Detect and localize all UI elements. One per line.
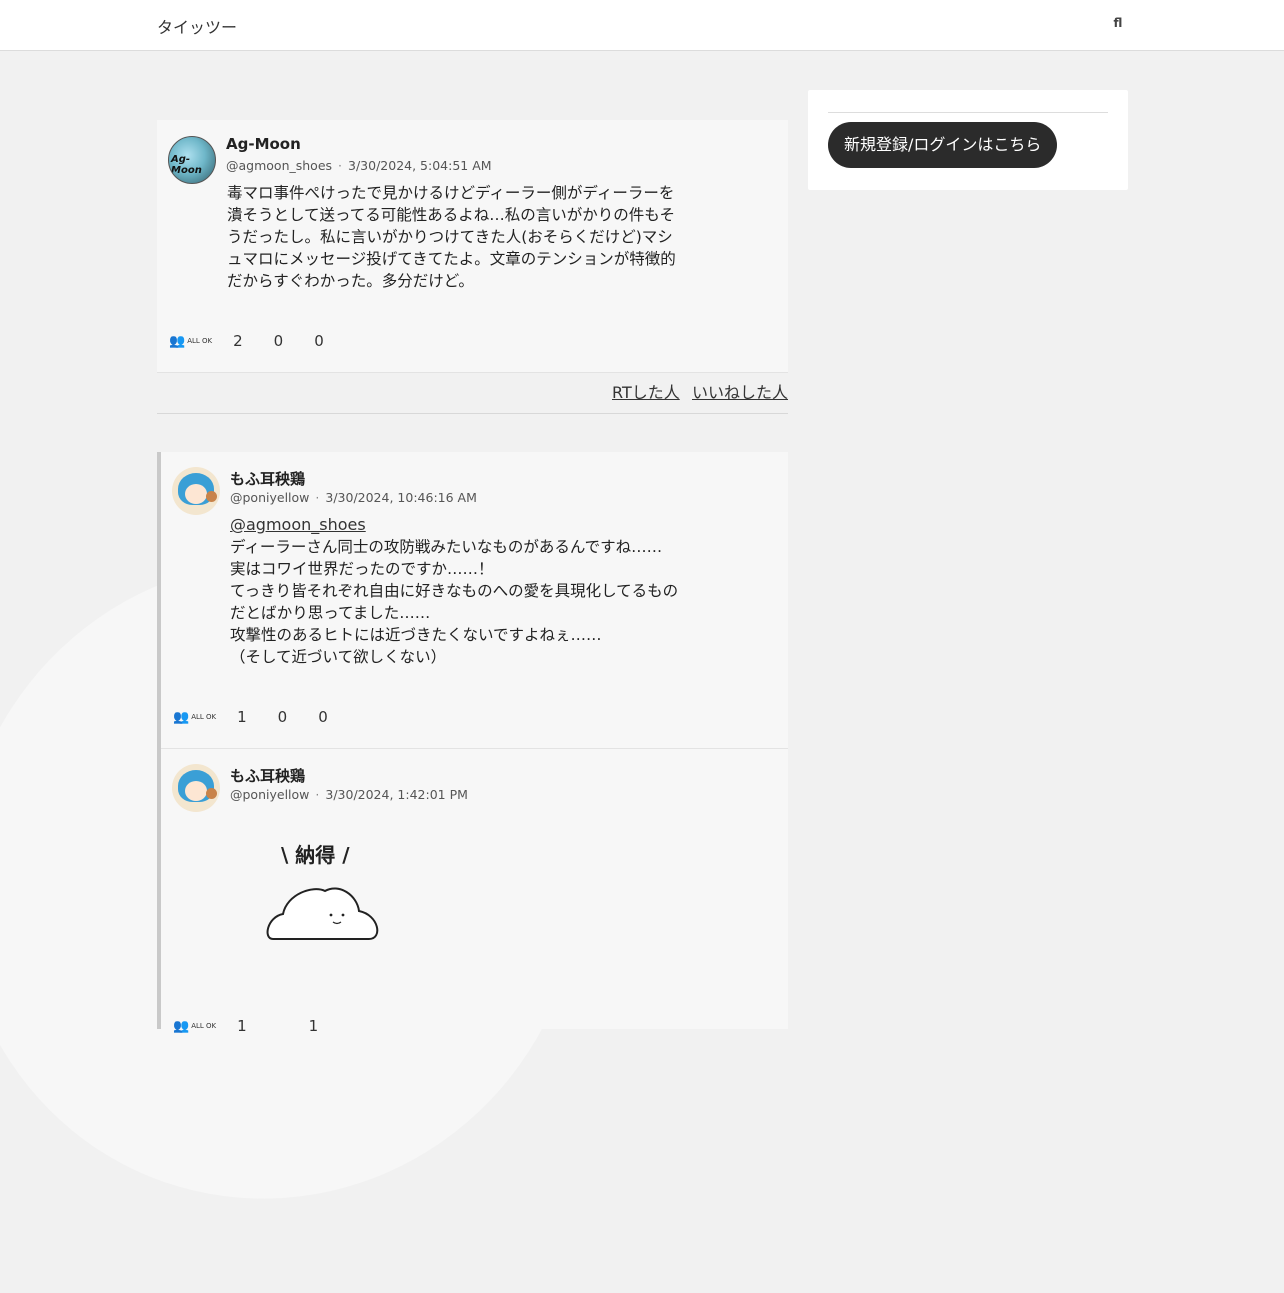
display-name: もふ耳秧鶏 (230, 767, 306, 785)
like-button[interactable]: 0 (315, 708, 328, 726)
avatar[interactable] (172, 467, 220, 515)
avatar-face (185, 781, 207, 801)
author-handle[interactable]: @poniyellow (230, 787, 309, 802)
retweet-count: 0 (277, 708, 288, 726)
post-body-line: ュマロにメッセージ投げてきてたよ。文章のテンションが特徴的 (227, 250, 676, 268)
avatar[interactable] (172, 764, 220, 812)
search-icon[interactable]: fl (1112, 16, 1124, 30)
display-name: Ag-Moon (226, 135, 301, 153)
user-icon[interactable] (1084, 16, 1096, 30)
post-body-line: ディーラーさん同士の攻防戦みたいなものがあるんですね…… (230, 538, 663, 556)
post-body-line: 毒マロ事件ぺけったで見かけるけどディーラー側がディーラーを (227, 184, 675, 202)
post-body-line: 攻撃性のあるヒトには近づきたくないですよねぇ…… (230, 626, 602, 644)
post-body-line: 潰そうとして送ってる可能性あるよね…私の言いがかりの件もそ (227, 206, 675, 224)
reply-button[interactable]: 1 (234, 1017, 247, 1035)
retweet-button[interactable]: 0 (271, 332, 284, 350)
like-count: 1 (308, 1017, 319, 1035)
meta-separator: · (315, 787, 320, 802)
audience-setting[interactable]: 👥 ALL OK (173, 710, 216, 725)
post-meta: @agmoon_shoes · 3/30/2024, 5:04:51 AM (226, 158, 492, 173)
like-button[interactable]: 1 (306, 1017, 319, 1035)
like-button[interactable]: 0 (311, 332, 324, 350)
post-actions: 👥 ALL OK 2 0 0 (169, 332, 352, 350)
post-actions: 👥 ALL OK 1 1 (173, 1017, 346, 1035)
post-body-line: うだったし。私に言いがかりつけてきた人(おそらくだけど)マシ (227, 228, 673, 246)
reply-count: 1 (237, 708, 247, 726)
post-meta: @poniyellow · 3/30/2024, 1:42:01 PM (230, 787, 468, 802)
post-author-name[interactable]: もふ耳秧鶏 (230, 468, 309, 489)
avatar[interactable]: Ag-Moon (168, 136, 216, 184)
post-body-line: てっきり皆それぞれ自由に好きなものへの愛を具現化してるもの (230, 582, 679, 600)
avatar-ear (206, 491, 217, 502)
people-icon: 👥 (173, 1018, 190, 1034)
retweet-button[interactable]: 0 (275, 708, 288, 726)
nav-icon-group: fl (1028, 16, 1124, 30)
mention-link[interactable]: @agmoon_shoes (230, 515, 366, 534)
retweeted-by-link[interactable]: RTした人 (612, 379, 680, 403)
post-body-line: だとばかり思ってました…… (230, 604, 431, 622)
author-handle[interactable]: @poniyellow (230, 490, 309, 505)
meta-separator: · (338, 158, 343, 173)
post-card: Ag-Moon Ag-Moon @agmoon_shoes · 3/30/2024,… (157, 120, 788, 372)
post-timestamp[interactable]: 3/30/2024, 10:46:16 AM (325, 490, 477, 505)
sidebar-card: 新規登録/ログインはこちら (808, 90, 1128, 190)
liked-by-link[interactable]: いいねした人 (692, 379, 788, 403)
top-navigation-bar: タイッツー fl (0, 0, 1284, 51)
bell-icon[interactable] (1056, 16, 1068, 30)
post-timestamp[interactable]: 3/30/2024, 1:42:01 PM (325, 787, 468, 802)
reply-count: 1 (237, 1017, 247, 1035)
post-meta: @poniyellow · 3/30/2024, 10:46:16 AM (230, 490, 477, 505)
divider (828, 112, 1108, 113)
audience-setting[interactable]: 👥 ALL OK (173, 1019, 216, 1034)
site-brand[interactable]: タイッツー (157, 14, 237, 38)
post-body-line: （そして近づいて欲しくない） (230, 648, 447, 666)
like-count: 0 (314, 332, 324, 350)
audience-setting[interactable]: 👥 ALL OK (169, 334, 212, 349)
reply-post-card: もふ耳秧鶏 @poniyellow · 3/30/2024, 10:46:16 AM… (161, 452, 788, 749)
avatar-logo: Ag-Moon (171, 154, 202, 176)
reply-button[interactable]: 2 (230, 332, 243, 350)
signup-login-button[interactable]: 新規登録/ログインはこちら (828, 122, 1058, 168)
author-handle[interactable]: @agmoon_shoes (226, 158, 332, 173)
like-count: 0 (318, 708, 328, 726)
post-body: 毒マロ事件ぺけったで見かけるけどディーラー側がディーラーを 潰そうとして送ってる… (227, 182, 676, 292)
reply-button[interactable]: 1 (234, 708, 247, 726)
reply-count: 2 (233, 332, 243, 350)
avatar-face (185, 484, 207, 504)
post-body-line: 実はコワイ世界だったのですか……！ (230, 560, 494, 578)
meta-separator: · (315, 490, 320, 505)
post-actions: 👥 ALL OK 1 0 0 (173, 708, 356, 726)
post-body: @agmoon_shoes ディーラーさん同士の攻防戦みたいなものがあるんですね… (230, 514, 678, 668)
retweet-count: 0 (273, 332, 284, 350)
post-author-name[interactable]: Ag-Moon (226, 135, 305, 153)
people-icon: 👥 (173, 709, 190, 725)
post-footer-links: RTした人 いいねした人 (157, 372, 788, 414)
display-name: もふ耳秧鶏 (230, 470, 306, 488)
sticker-image[interactable]: \ 納得 / (261, 839, 391, 949)
people-icon: 👥 (169, 333, 186, 349)
post-timestamp[interactable]: 3/30/2024, 5:04:51 AM (348, 158, 492, 173)
home-icon[interactable] (1028, 16, 1040, 30)
audience-label: ALL OK (187, 337, 213, 345)
retweet-button[interactable] (275, 1017, 278, 1035)
avatar-ear (206, 788, 217, 799)
reply-post-card: もふ耳秧鶏 @poniyellow · 3/30/2024, 1:42:01 PM … (161, 749, 788, 1035)
post-author-name[interactable]: もふ耳秧鶏 (230, 765, 309, 786)
post-body-line: だからすぐわかった。多分だけど。 (227, 272, 474, 290)
audience-label: ALL OK (191, 713, 217, 721)
dumpling-drawing (266, 887, 379, 940)
